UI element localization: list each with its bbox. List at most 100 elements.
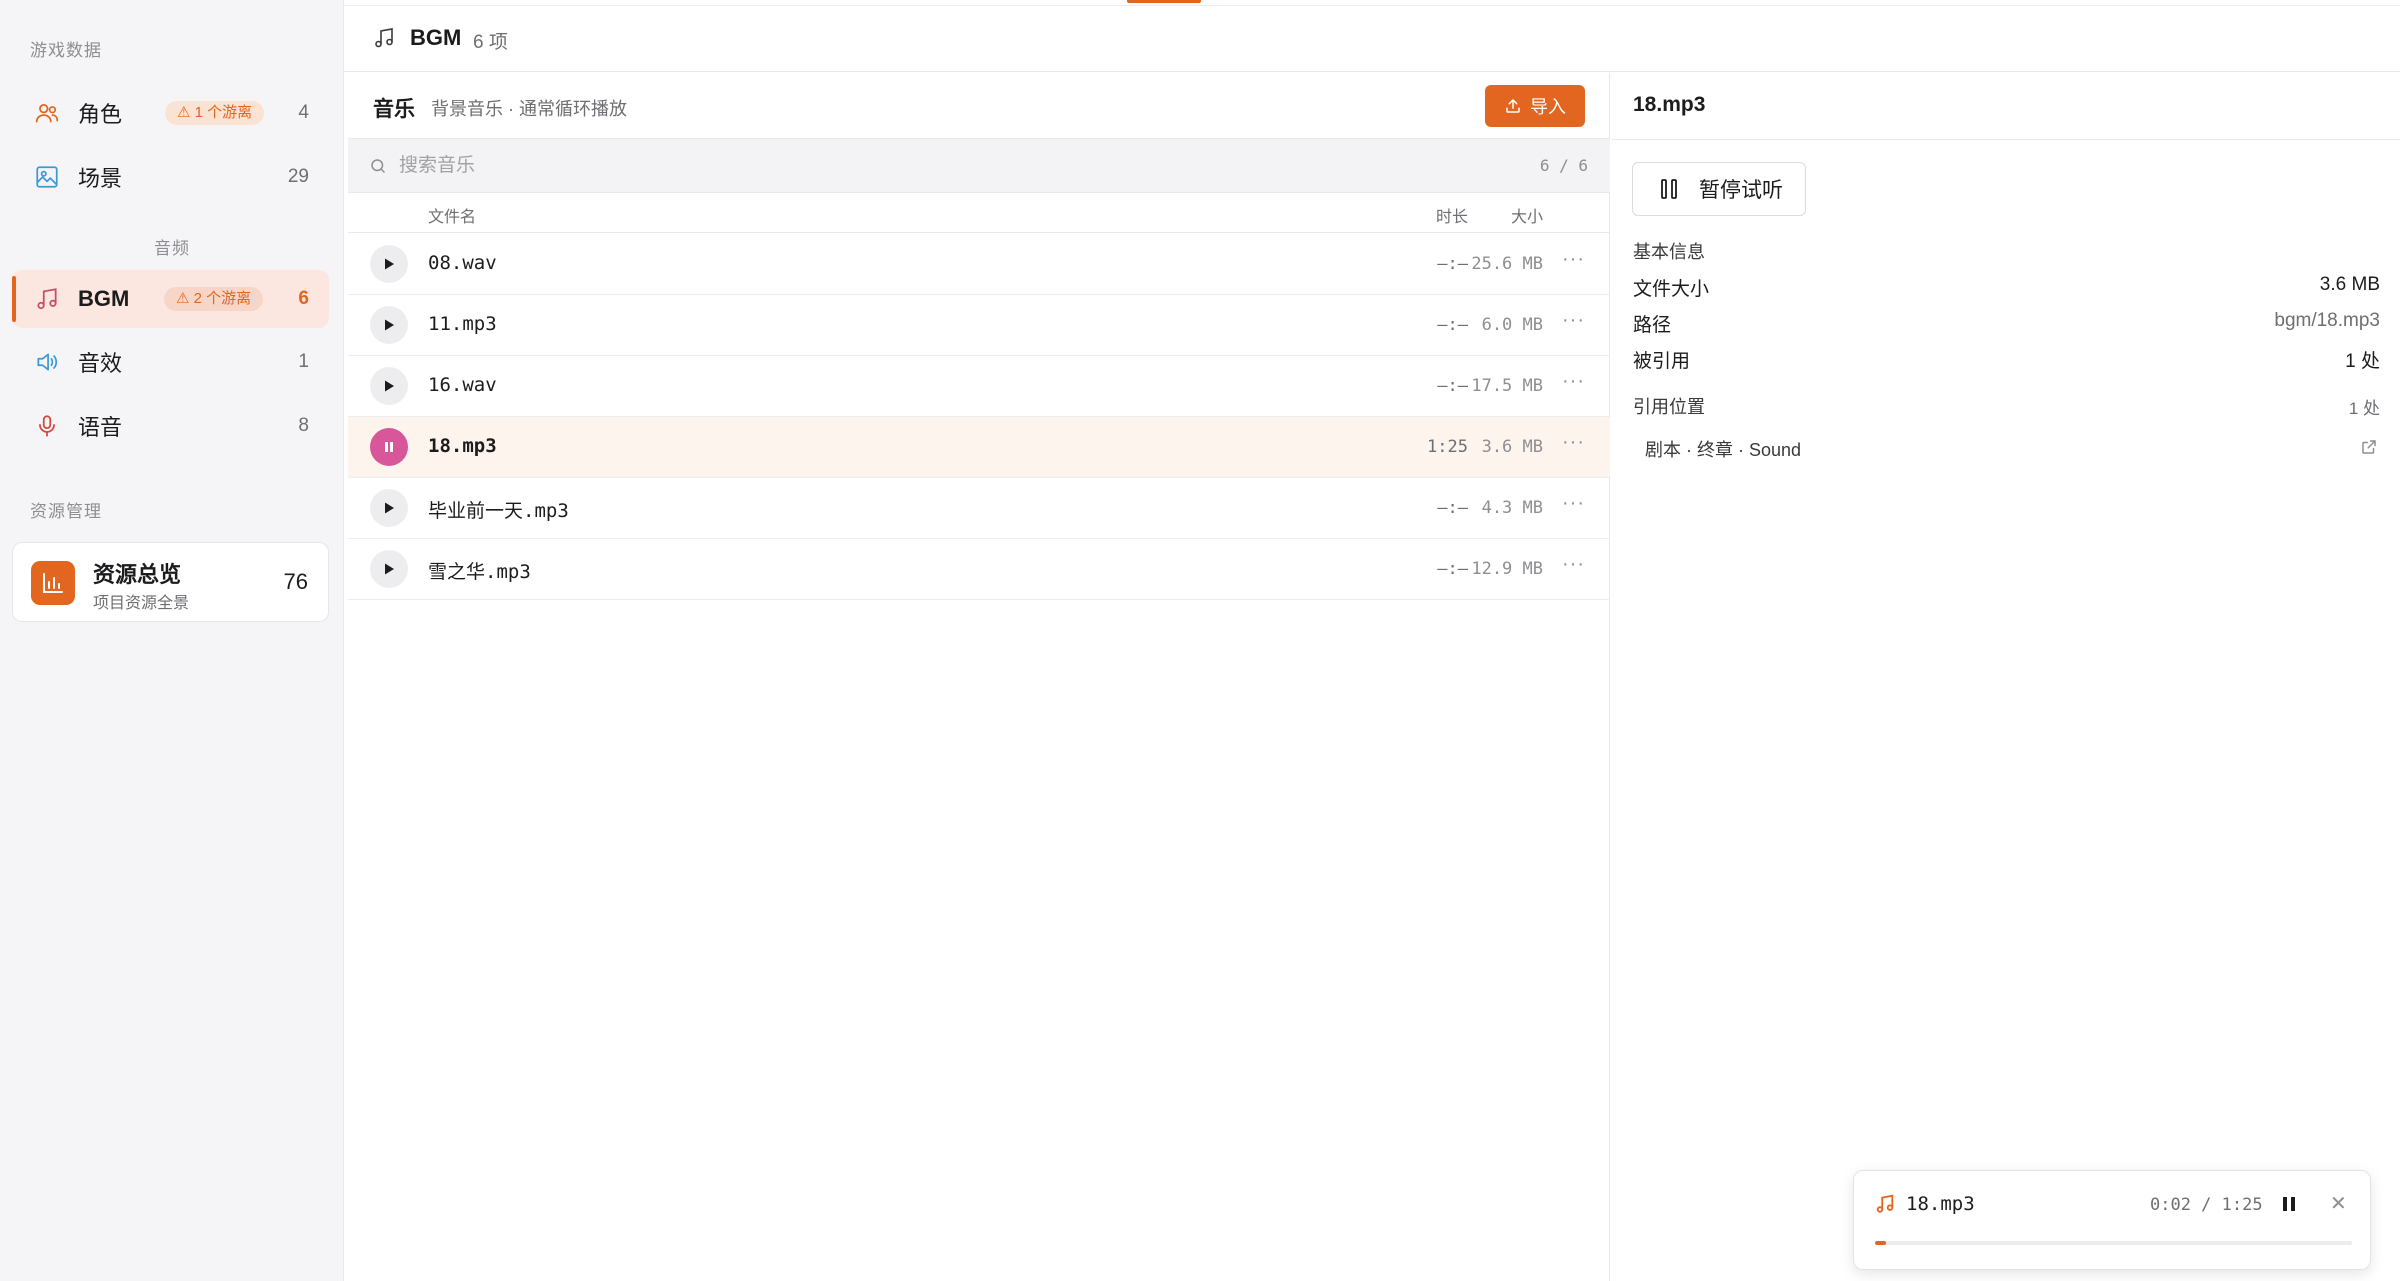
file-duration: —:— [1437,315,1468,335]
sidebar-item-label: 角色 [78,102,123,127]
table-header: 文件名 时长 大小 [348,193,1610,233]
list-subtitle: 背景音乐 · 通常循环播放 [431,99,627,119]
list-header: 音乐 背景音乐 · 通常循环播放 导入 [348,73,1610,139]
more-options-icon[interactable]: ··· [1562,248,1585,271]
basic-info-heading: 基本信息 [1633,242,1705,262]
search-bar: 6 / 6 [348,139,1610,193]
play-button[interactable] [370,306,408,344]
play-icon [385,380,394,392]
sidebar-item-count: 29 [287,166,309,187]
item-count: 6 项 [473,32,508,53]
music-list-pane: 音乐 背景音乐 · 通常循环播放 导入 6 / 6 文件名 时长 大小 08.w… [348,73,1610,1281]
file-size: 17.5 MB [1471,376,1543,396]
active-indicator [12,276,16,322]
file-duration: 1:25 [1427,437,1468,457]
sidebar-item-sfx[interactable]: 音效 1 [12,333,329,391]
resource-overview-card[interactable]: 资源总览 项目资源全景 76 [12,542,329,622]
sidebar-item-count: 8 [298,415,309,436]
external-link-icon[interactable] [2360,438,2378,456]
pause-icon [1661,179,1677,199]
play-button[interactable] [370,245,408,283]
file-duration: —:— [1437,376,1468,396]
table-row[interactable]: 雪之华.mp3 —:— 12.9 MB ··· [348,539,1610,600]
play-icon [385,502,394,514]
play-button[interactable] [370,489,408,527]
play-icon [385,563,394,575]
player-time: 0:02 / 1:25 [2150,1195,2263,1215]
import-button[interactable]: 导入 [1485,85,1585,127]
table-row[interactable]: 毕业前一天.mp3 —:— 4.3 MB ··· [348,478,1610,539]
progress-fill [1875,1241,1887,1245]
play-icon [385,258,394,270]
table-row-playing[interactable]: 18.mp3 1:25 3.6 MB ··· [348,417,1610,478]
player-track-name: 18.mp3 [1906,1193,1975,1215]
column-filename[interactable]: 文件名 [428,203,476,227]
play-button[interactable] [370,550,408,588]
more-options-icon[interactable]: ··· [1562,431,1585,454]
pause-icon[interactable] [2278,1193,2300,1215]
sidebar-item-label: 场景 [78,166,123,191]
table-row[interactable]: 08.wav —:— 25.6 MB ··· [348,234,1610,295]
sidebar-item-bgm[interactable]: BGM ⚠ 2 个游离 6 [12,270,329,328]
table-row[interactable]: 16.wav —:— 17.5 MB ··· [348,356,1610,417]
music-note-icon [37,288,57,310]
file-duration: —:— [1437,559,1468,579]
sidebar-item-label: 音效 [78,351,123,376]
file-size: 25.6 MB [1471,254,1543,274]
speaker-icon [37,353,58,371]
sidebar-item-count: 6 [298,288,309,309]
column-size[interactable]: 大小 [1463,203,1543,227]
progress-track[interactable] [1875,1241,2352,1245]
referenced-value: 1 处 [2345,351,2380,372]
list-title: 音乐 [373,98,415,121]
upload-icon [1506,99,1520,113]
page-header: BGM 6 项 [344,6,2400,72]
sidebar-item-count: 4 [298,102,309,123]
detail-title: 18.mp3 [1633,93,1706,116]
file-size-value: 3.6 MB [2319,274,2380,295]
ref-location-heading: 引用位置 [1633,397,1705,417]
section-audio: 音频 [154,239,190,258]
ref-location-count: 1 处 [2348,399,2380,418]
file-name: 毕业前一天.mp3 [428,500,569,522]
more-options-icon[interactable]: ··· [1562,492,1585,515]
mini-player: 18.mp3 0:02 / 1:25 ✕ [1853,1170,2371,1270]
image-icon [36,166,58,188]
section-game-data: 游戏数据 [30,41,102,60]
sidebar-item-voice[interactable]: 语音 8 [12,397,329,455]
reference-item[interactable]: 剧本 · 终章 · Sound [1645,436,1801,462]
music-note-icon [375,28,393,48]
sidebar-item-characters[interactable]: 角色 ⚠ 1 个游离 4 [12,84,329,142]
play-icon [385,319,394,331]
users-icon [35,104,59,123]
pause-icon [385,442,393,452]
sidebar-item-count: 1 [298,351,309,372]
sidebar: 游戏数据 角色 ⚠ 1 个游离 4 场景 29 音频 BGM ⚠ 2 个游离 6… [0,0,344,1281]
more-options-icon[interactable]: ··· [1562,553,1585,576]
close-icon[interactable]: ✕ [2330,1191,2347,1216]
file-size: 12.9 MB [1471,559,1543,579]
referenced-label: 被引用 [1633,351,1691,372]
search-result-count: 6 / 6 [1539,156,1588,175]
overview-title: 资源总览 [93,562,182,587]
file-size: 6.0 MB [1481,315,1543,335]
microphone-icon [39,415,55,437]
more-options-icon[interactable]: ··· [1562,309,1585,332]
overview-subtitle: 项目资源全景 [93,595,190,612]
file-size: 4.3 MB [1481,498,1543,518]
file-name: 雪之华.mp3 [428,561,531,583]
file-name: 18.mp3 [428,435,497,457]
detail-divider [1611,139,2400,140]
column-duration[interactable]: 时长 [1388,203,1468,227]
pause-button[interactable] [370,428,408,466]
pause-preview-button[interactable]: 暂停试听 [1632,162,1806,216]
overview-count: 76 [283,569,308,594]
more-options-icon[interactable]: ··· [1562,370,1585,393]
table-row[interactable]: 11.mp3 —:— 6.0 MB ··· [348,295,1610,356]
play-button[interactable] [370,367,408,405]
sidebar-item-label: BGM [78,286,130,311]
sidebar-item-scenes[interactable]: 场景 29 [12,148,329,206]
sidebar-item-label: 语音 [78,415,123,440]
music-note-icon [1876,1194,1894,1213]
search-input[interactable] [399,149,1299,183]
